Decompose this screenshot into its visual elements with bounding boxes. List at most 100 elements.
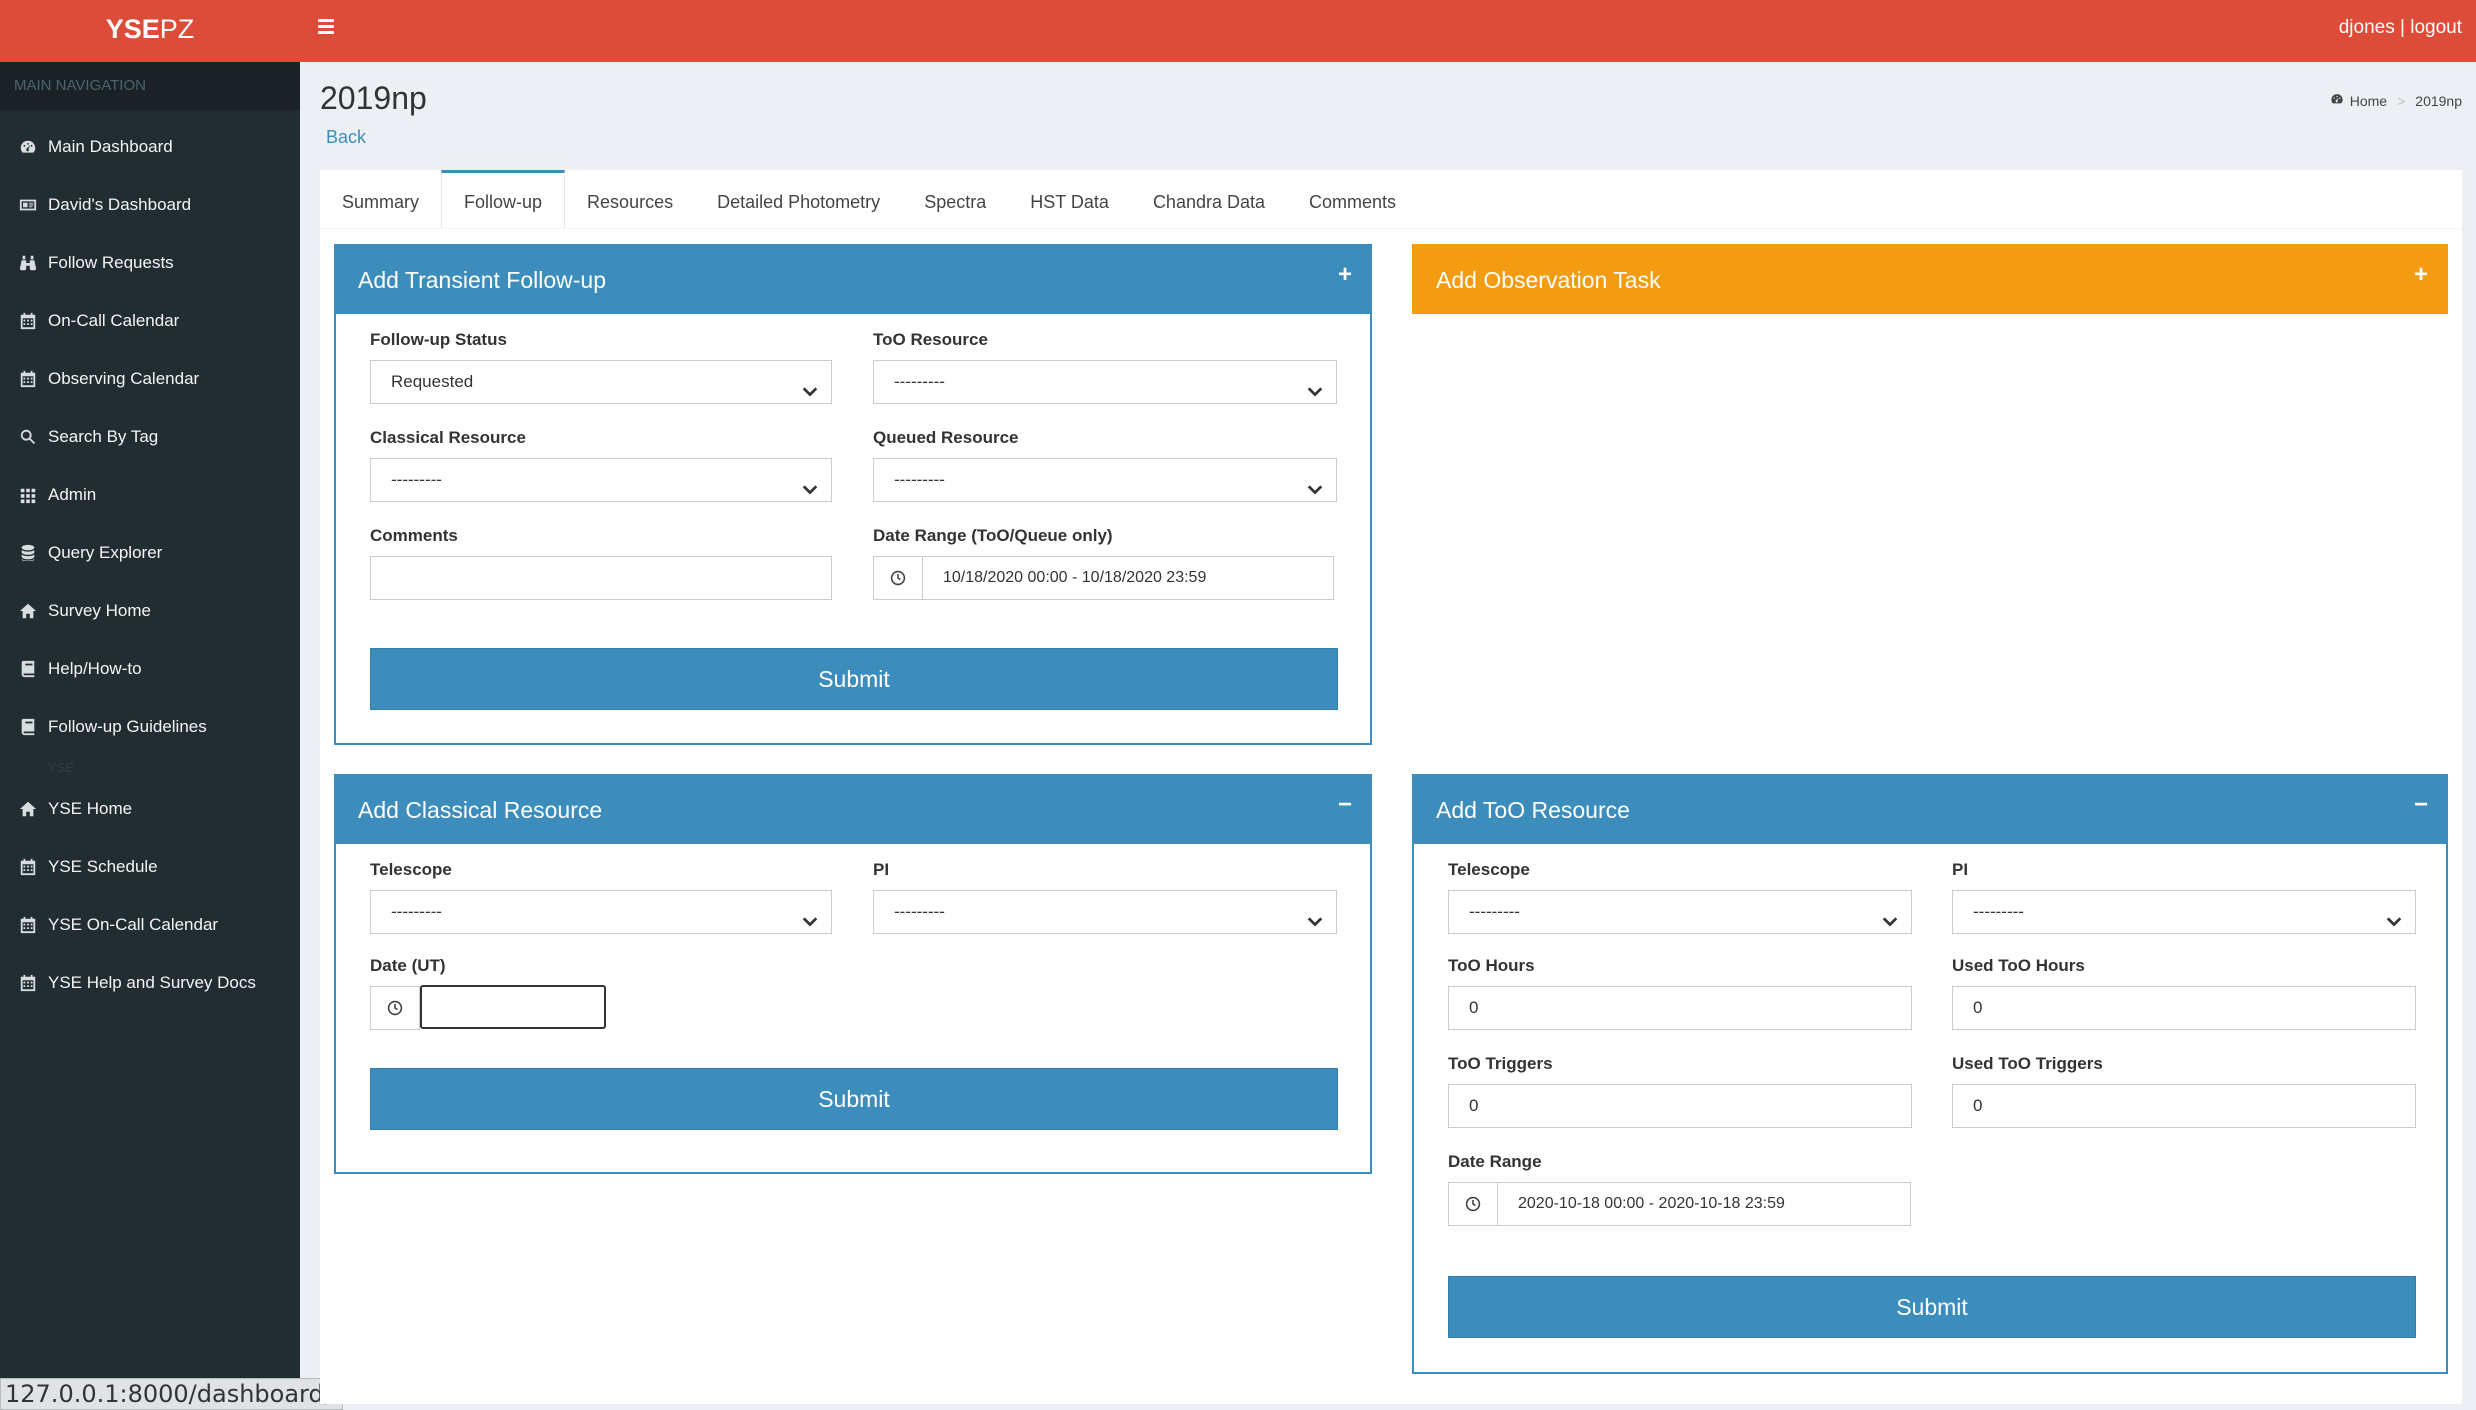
app-logo[interactable]: YSEPZ [0, 0, 300, 62]
queued-resource-select[interactable]: --------- [873, 458, 1337, 502]
used-too-hours-label: Used ToO Hours [1952, 956, 2085, 975]
too-pi-select[interactable]: --------- [1952, 890, 2416, 934]
sidebar-item-follow-requests[interactable]: Follow Requests [0, 234, 300, 292]
classical-resource-box: Add Classical Resource − Telescope -----… [334, 774, 1372, 1174]
tab-follow-up[interactable]: Follow-up [441, 170, 566, 228]
chevron-down-icon [1306, 904, 1324, 922]
sidebar-item-query-explorer[interactable]: Query Explorer [0, 524, 300, 582]
clock-icon[interactable] [1448, 1182, 1498, 1226]
search-icon [18, 427, 38, 447]
dashboard-icon [2330, 92, 2344, 109]
date-range-input[interactable]: 10/18/2020 00:00 - 10/18/2020 23:59 [922, 556, 1334, 600]
pi-label: PI [873, 860, 890, 879]
classical-submit-button[interactable]: Submit [370, 1068, 1338, 1130]
sidebar-item-label: YSE Help and Survey Docs [48, 973, 256, 992]
sidebar-item-label: Survey Home [48, 601, 151, 620]
chevron-down-icon [801, 374, 819, 392]
sidebar-item-davids-dashboard[interactable]: David's Dashboard [0, 176, 300, 234]
database-icon [18, 543, 38, 563]
expand-icon[interactable]: + [1338, 246, 1352, 304]
sidebar-item-on-call-calendar[interactable]: On-Call Calendar [0, 292, 300, 350]
too-date-range-label: Date Range [1448, 1152, 1542, 1171]
too-telescope-select[interactable]: --------- [1448, 890, 1912, 934]
user-name-link[interactable]: djones [2339, 17, 2395, 38]
box-title: Add Classical Resource [358, 797, 603, 823]
tab-detailed-photometry[interactable]: Detailed Photometry [695, 170, 902, 228]
pi-select[interactable]: --------- [873, 890, 1337, 934]
pi-label: PI [1952, 860, 1969, 879]
select-value: Requested [391, 372, 474, 391]
too-triggers-input[interactable]: 0 [1448, 1084, 1912, 1128]
browser-status-url: 127.0.0.1:8000/dashboard/ [0, 1378, 343, 1410]
telescope-label: Telescope [370, 860, 452, 879]
calendar-icon [18, 311, 38, 331]
date-ut-input[interactable] [420, 985, 606, 1029]
tab-bar: Summary Follow-up Resources Detailed Pho… [320, 170, 2462, 229]
too-hours-input[interactable]: 0 [1448, 986, 1912, 1030]
classical-resource-select[interactable]: --------- [370, 458, 832, 502]
chevron-down-icon [1881, 904, 1899, 922]
calendar-icon [18, 915, 38, 935]
user-link-separator: | [2394, 17, 2411, 38]
sidebar-item-yse-home[interactable]: YSE Home [0, 780, 300, 838]
too-date-range-input[interactable]: 2020-10-18 00:00 - 2020-10-18 23:59 [1497, 1182, 1911, 1226]
sidebar-item-help-how-to[interactable]: Help/How-to [0, 640, 300, 698]
tab-chandra-data[interactable]: Chandra Data [1131, 170, 1287, 228]
sidebar-item-label: Help/How-to [48, 659, 142, 678]
tab-panel: Summary Follow-up Resources Detailed Pho… [320, 170, 2462, 1404]
tab-comments[interactable]: Comments [1287, 170, 1418, 228]
collapse-icon[interactable]: − [1338, 776, 1352, 834]
sidebar-item-label: Search By Tag [48, 427, 159, 446]
tab-hst-data[interactable]: HST Data [1008, 170, 1131, 228]
used-too-hours-input[interactable]: 0 [1952, 986, 2416, 1030]
box-header: Add Classical Resource − [336, 776, 1370, 844]
observation-task-box: Add Observation Task + [1412, 244, 2448, 314]
tab-resources[interactable]: Resources [565, 170, 695, 228]
followup-submit-button[interactable]: Submit [370, 648, 1338, 710]
collapse-icon[interactable]: − [2414, 776, 2428, 834]
transient-followup-box: Add Transient Follow-up + Follow-up Stat… [334, 244, 1372, 745]
sidebar-item-survey-home[interactable]: Survey Home [0, 582, 300, 640]
clock-icon[interactable] [370, 986, 420, 1030]
logout-link[interactable]: logout [2410, 17, 2462, 38]
sidebar-item-label: Observing Calendar [48, 369, 200, 388]
too-submit-button[interactable]: Submit [1448, 1276, 2416, 1338]
sidebar-item-admin[interactable]: Admin [0, 466, 300, 524]
sidebar-item-label: Main Dashboard [48, 137, 173, 156]
used-too-triggers-label: Used ToO Triggers [1952, 1054, 2103, 1073]
select-value: --------- [894, 372, 945, 391]
sidebar-item-label: YSE On-Call Calendar [48, 915, 219, 934]
sidebar-item-label: On-Call Calendar [48, 311, 180, 330]
followup-status-label: Follow-up Status [370, 330, 507, 349]
sidebar-item-observing-calendar[interactable]: Observing Calendar [0, 350, 300, 408]
book-icon [18, 659, 38, 679]
hamburger-menu-icon[interactable] [318, 19, 334, 35]
comments-input[interactable] [370, 556, 832, 600]
sidebar-item-label: Follow Requests [48, 253, 174, 272]
sidebar-item-label: YSE Home [48, 799, 133, 818]
sidebar-section-header-yse: YSE [48, 760, 75, 775]
sidebar-item-search-by-tag[interactable]: Search By Tag [0, 408, 300, 466]
sidebar-item-yse-schedule[interactable]: YSE Schedule [0, 838, 300, 896]
expand-icon[interactable]: + [2414, 246, 2428, 304]
too-resource-select[interactable]: --------- [873, 360, 1337, 404]
too-resource-box: Add ToO Resource − Telescope --------- P… [1412, 774, 2448, 1374]
box-title: Add Observation Task [1436, 267, 1661, 293]
too-triggers-label: ToO Triggers [1448, 1054, 1553, 1073]
tab-summary[interactable]: Summary [320, 170, 441, 228]
chevron-down-icon [801, 904, 819, 922]
telescope-select[interactable]: --------- [370, 890, 832, 934]
sidebar-item-label: Follow-up Guidelines [48, 717, 207, 736]
sidebar-item-follow-up-guidelines[interactable]: Follow-up Guidelines [0, 698, 300, 756]
tab-spectra[interactable]: Spectra [902, 170, 1008, 228]
used-too-triggers-input[interactable]: 0 [1952, 1084, 2416, 1128]
clock-icon[interactable] [873, 556, 923, 600]
sidebar-item-yse-help-docs[interactable]: YSE Help and Survey Docs [0, 954, 300, 1012]
sidebar-item-yse-on-call-calendar[interactable]: YSE On-Call Calendar [0, 896, 300, 954]
sidebar-item-main-dashboard[interactable]: Main Dashboard [0, 118, 300, 176]
followup-status-select[interactable]: Requested [370, 360, 832, 404]
breadcrumb-home-link[interactable]: Home [2350, 93, 2387, 109]
classical-resource-label: Classical Resource [370, 428, 526, 447]
comments-label: Comments [370, 526, 458, 545]
back-link[interactable]: Back [326, 127, 366, 148]
